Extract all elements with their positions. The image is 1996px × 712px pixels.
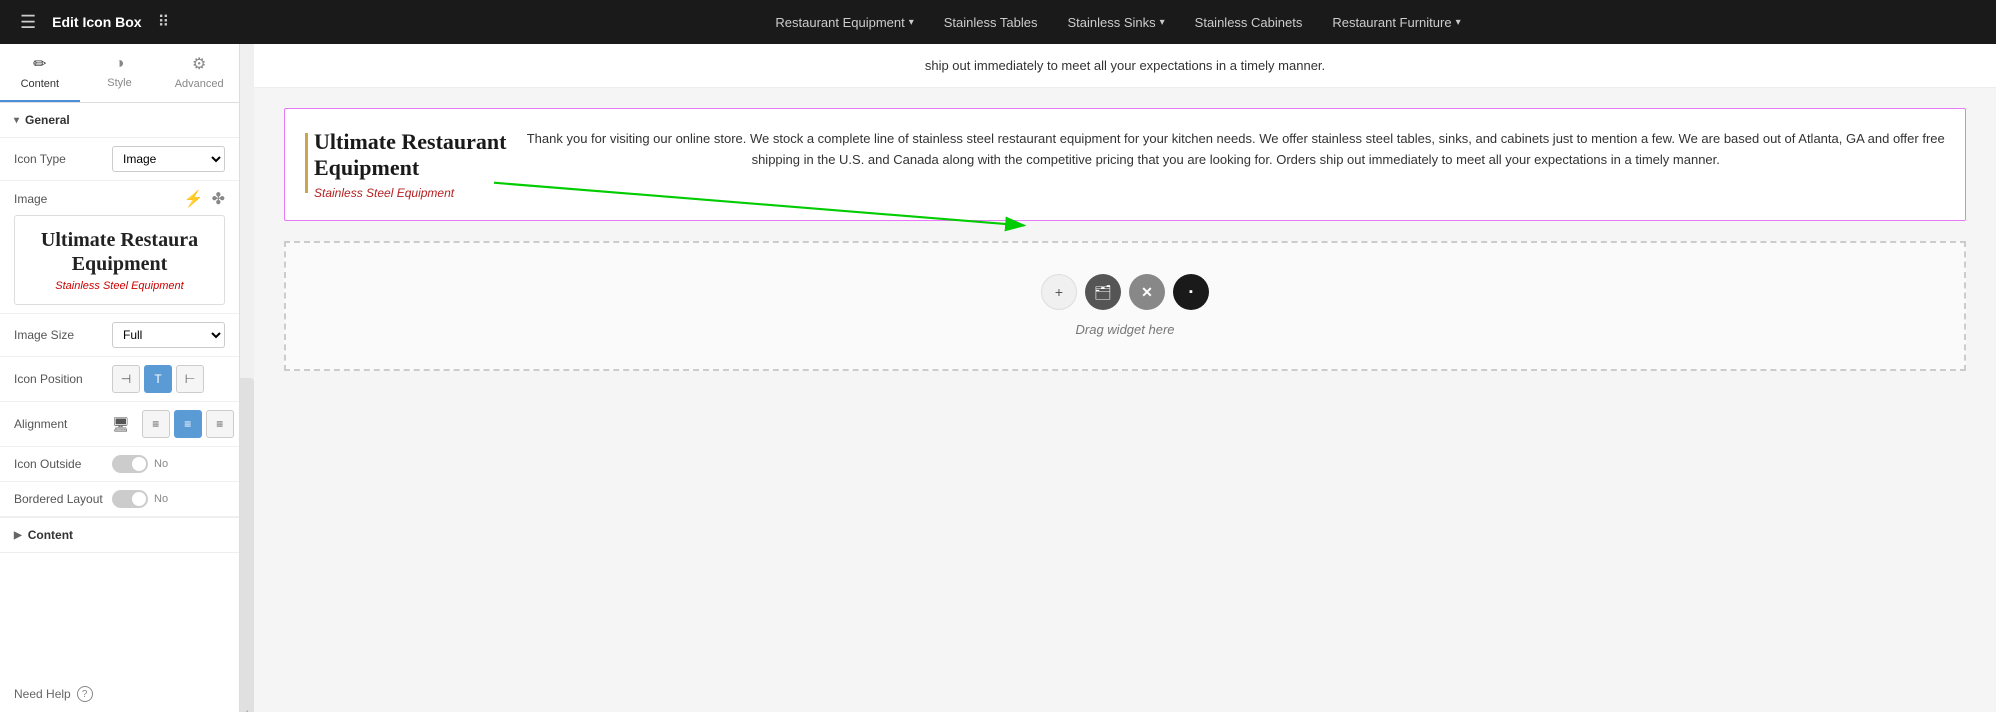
main-area: ✏ Content ◑ Style ⚙ Advanced ▾ General: [0, 44, 1996, 712]
panel-title: Edit Icon Box: [52, 14, 141, 30]
widget-logo: Ultimate Restaurant Equipment Stainless …: [305, 129, 506, 200]
toggle-knob: [132, 457, 146, 471]
alignment-controls: ≡ ≡ ≡: [142, 410, 234, 438]
close-widget-button[interactable]: ✕: [1129, 274, 1165, 310]
chevron-down-icon: ▾: [1160, 17, 1165, 28]
icon-outside-value: No: [154, 458, 168, 470]
chevron-right-icon: ▶: [14, 530, 22, 541]
widget-icon-box[interactable]: Ultimate Restaurant Equipment Stainless …: [284, 108, 1966, 221]
alignment-label: Alignment: [14, 417, 104, 431]
sidebar-panel: ✏ Content ◑ Style ⚙ Advanced ▾ General: [0, 44, 240, 712]
general-section-header[interactable]: ▾ General: [0, 103, 239, 138]
tab-content[interactable]: ✏ Content: [0, 44, 80, 102]
tab-advanced[interactable]: ⚙ Advanced: [159, 44, 239, 102]
image-field-header: Image ⚡ ✤: [14, 189, 225, 209]
nav-left: ☰ Edit Icon Box ⠿: [20, 12, 260, 33]
hamburger-icon[interactable]: ☰: [20, 12, 36, 33]
content-section-header[interactable]: ▶ Content: [0, 517, 239, 553]
chevron-down-icon: ▾: [1456, 17, 1461, 28]
bordered-layout-toggle[interactable]: No: [112, 490, 225, 508]
image-size-control[interactable]: Full Large Medium Thumbnail: [112, 322, 225, 348]
logo-main-text: Ultimate Restaurant Equipment: [314, 129, 506, 182]
toggle-knob-2: [132, 492, 146, 506]
icon-type-label: Icon Type: [14, 152, 104, 166]
icon-outside-field: Icon Outside No: [0, 447, 239, 482]
icon-type-field: Icon Type Image Icon None: [0, 138, 239, 181]
preview-tagline: Stainless Steel Equipment: [27, 280, 212, 292]
pencil-icon: ✏: [33, 54, 46, 74]
bordered-layout-value: No: [154, 493, 168, 505]
logo-text-area: Ultimate Restaurant Equipment Stainless …: [314, 129, 506, 200]
need-help[interactable]: Need Help ?: [0, 646, 239, 712]
icon-position-left-button[interactable]: ⊣: [112, 365, 140, 393]
bordered-layout-switch[interactable]: [112, 490, 148, 508]
logo-sub-text: Stainless Steel Equipment: [314, 186, 506, 200]
desktop-icon: 🖥: [112, 416, 130, 433]
scrolled-top-text: ship out immediately to meet all your ex…: [254, 44, 1996, 88]
grid-icon[interactable]: ⠿: [158, 12, 170, 32]
align-center-button[interactable]: ≡: [174, 410, 202, 438]
gear-icon: ⚙: [192, 54, 206, 74]
nav-center: Restaurant Equipment ▾ Stainless Tables …: [260, 15, 1976, 30]
dark-widget-button[interactable]: ▪: [1173, 274, 1209, 310]
drag-widget-icons: + 🗂 ✕ ▪: [1041, 274, 1209, 310]
icon-outside-switch[interactable]: [112, 455, 148, 473]
preview-brand-name: Ultimate Restaura Equipment: [27, 228, 212, 276]
icon-outside-toggle[interactable]: No: [112, 455, 225, 473]
chevron-down-icon: ▾: [909, 17, 914, 28]
bordered-layout-field: Bordered Layout No: [0, 482, 239, 517]
icon-position-controls: ⊣ T ⊢: [112, 365, 225, 393]
top-navigation: ☰ Edit Icon Box ⠿ Restaurant Equipment ▾…: [0, 0, 1996, 44]
widget-description: Thank you for visiting our online store.…: [526, 129, 1945, 171]
align-right-button[interactable]: ≡: [206, 410, 234, 438]
chevron-left-icon: ‹: [245, 707, 248, 712]
folder-widget-button[interactable]: 🗂: [1085, 274, 1121, 310]
icon-type-select[interactable]: Image Icon None: [112, 146, 225, 172]
add-widget-button[interactable]: +: [1041, 274, 1077, 310]
image-icons: ⚡ ✤: [184, 189, 225, 209]
nav-item-restaurant-furniture[interactable]: Restaurant Furniture ▾: [1332, 15, 1460, 30]
icon-position-field: Icon Position ⊣ T ⊢: [0, 357, 239, 402]
image-size-select[interactable]: Full Large Medium Thumbnail: [112, 322, 225, 348]
chevron-down-icon: ▾: [14, 115, 19, 126]
icon-outside-label: Icon Outside: [14, 457, 104, 471]
alignment-field: Alignment 🖥 ≡ ≡ ≡: [0, 402, 239, 447]
icon-position-right-button[interactable]: ⊢: [176, 365, 204, 393]
nav-item-restaurant-equipment[interactable]: Restaurant Equipment ▾: [775, 15, 913, 30]
nav-item-stainless-sinks[interactable]: Stainless Sinks ▾: [1067, 15, 1164, 30]
image-size-field: Image Size Full Large Medium Thumbnail: [0, 314, 239, 357]
lightning-icon: ⚡: [184, 189, 204, 209]
tab-style[interactable]: ◑ Style: [80, 44, 160, 102]
nav-item-stainless-cabinets[interactable]: Stainless Cabinets: [1195, 15, 1303, 30]
image-label: Image: [14, 192, 47, 206]
nav-item-stainless-tables[interactable]: Stainless Tables: [944, 15, 1038, 30]
style-icon: ◑: [115, 55, 125, 73]
image-size-label: Image Size: [14, 328, 104, 342]
logo-divider: [305, 133, 308, 193]
icon-position-label: Icon Position: [14, 372, 104, 386]
need-help-label: Need Help: [14, 687, 71, 701]
icon-position-center-button[interactable]: T: [144, 365, 172, 393]
bordered-layout-label: Bordered Layout: [14, 492, 104, 506]
icon-type-control[interactable]: Image Icon None: [112, 146, 225, 172]
image-field-row: Image ⚡ ✤ Ultimate Restaura Equipment St…: [0, 181, 239, 314]
drag-widget-area[interactable]: + 🗂 ✕ ▪ Drag widget here: [284, 241, 1966, 371]
help-icon[interactable]: ?: [77, 686, 93, 702]
sidebar-wrapper: ✏ Content ◑ Style ⚙ Advanced ▾ General: [0, 44, 254, 712]
drag-label: Drag widget here: [1076, 322, 1175, 337]
image-preview-box[interactable]: Ultimate Restaura Equipment Stainless St…: [14, 215, 225, 305]
align-left-button[interactable]: ≡: [142, 410, 170, 438]
collapse-handle[interactable]: ‹: [240, 378, 254, 712]
sidebar-body: ▾ General Icon Type Image Icon None: [0, 103, 239, 646]
content-area: ship out immediately to meet all your ex…: [254, 44, 1996, 712]
crosshair-icon[interactable]: ✤: [212, 189, 225, 209]
sidebar-tabs: ✏ Content ◑ Style ⚙ Advanced: [0, 44, 239, 103]
